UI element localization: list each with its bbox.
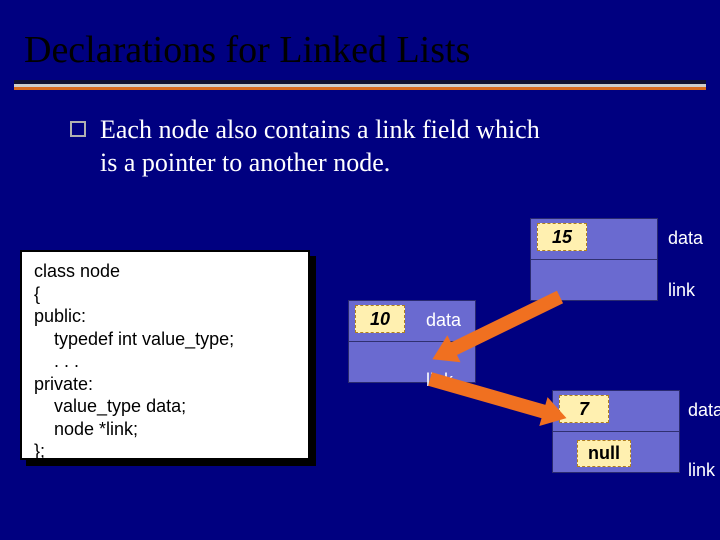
code-line: class node <box>34 261 120 281</box>
node-c-link-label: link <box>688 460 715 481</box>
bullet-text: Each node also contains a link field whi… <box>100 114 560 179</box>
node-a-data-cell: 15 <box>531 219 657 259</box>
node-a-data-label: data <box>668 228 703 249</box>
code-line: typedef int value_type; <box>34 329 234 349</box>
arrow-b-to-c <box>428 372 547 419</box>
title-underline <box>14 80 706 90</box>
code-line: public: <box>34 306 86 326</box>
code-line: node *link; <box>34 419 138 439</box>
node-c-data-label: data <box>688 400 720 421</box>
node-b-data-label: data <box>426 310 461 331</box>
node-a-value: 15 <box>537 223 587 251</box>
node-c-null: null <box>577 440 631 467</box>
code-line: value_type data; <box>34 396 186 416</box>
node-c-data-cell: 7 <box>553 391 679 431</box>
node-a: 15 <box>530 218 658 301</box>
node-b-value: 10 <box>355 305 405 333</box>
bullet-icon <box>70 121 86 137</box>
code-line: private: <box>34 374 93 394</box>
code-line: . . . <box>34 351 79 371</box>
code-block: class node { public: typedef int value_t… <box>20 250 310 460</box>
page-title: Declarations for Linked Lists <box>0 0 720 80</box>
bullet-item: Each node also contains a link field whi… <box>0 114 720 179</box>
code-line: { <box>34 284 40 304</box>
node-c: 7 null <box>552 390 680 473</box>
node-c-link-cell: null <box>553 432 679 472</box>
node-a-link-label: link <box>668 280 695 301</box>
code-line: }; <box>34 441 45 461</box>
